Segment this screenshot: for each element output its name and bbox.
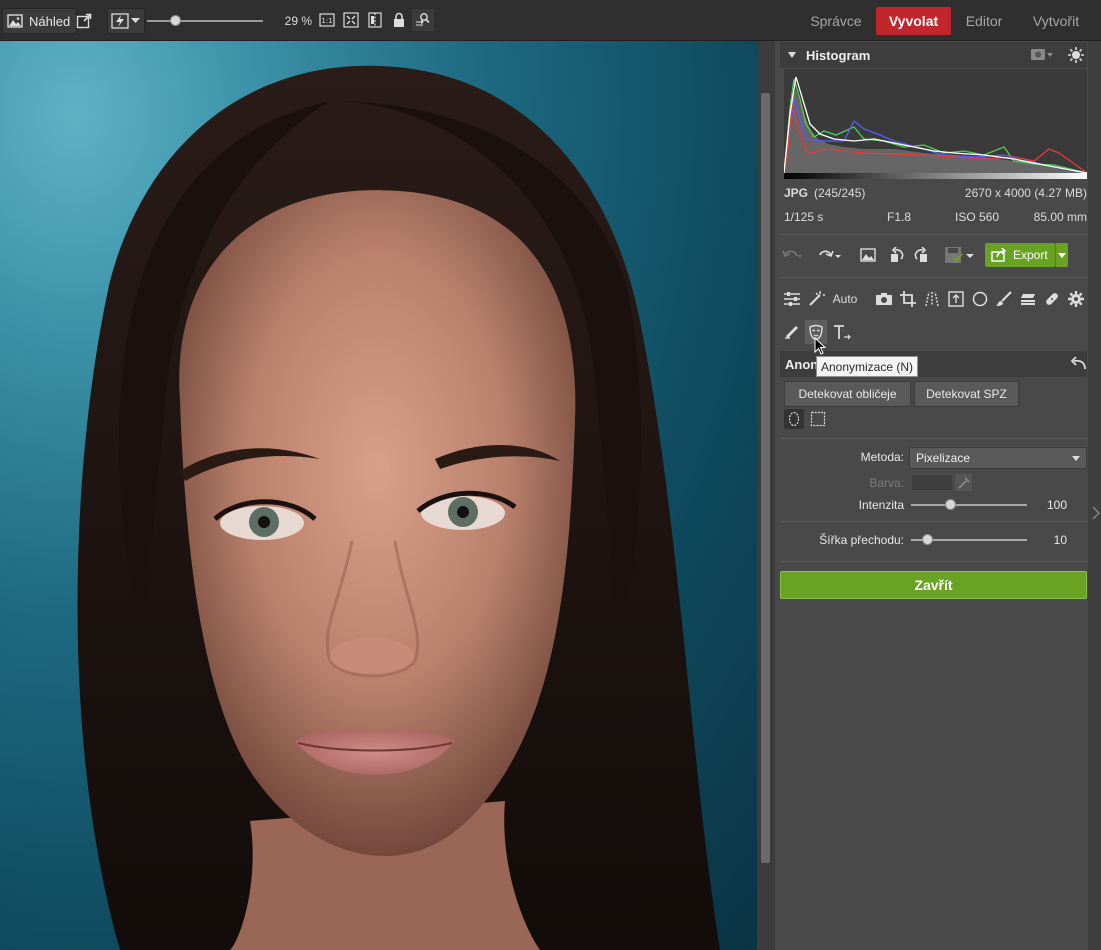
one-to-one-icon[interactable]: 1:1 <box>318 11 336 29</box>
settings-sun-icon[interactable] <box>1068 47 1084 63</box>
save-icon[interactable] <box>943 243 977 267</box>
histogram-graph <box>783 69 1088 179</box>
image-icon <box>7 14 23 28</box>
action-toolbar <box>781 243 981 267</box>
export-label: Export <box>1013 248 1048 262</box>
file-format: JPG <box>784 186 809 200</box>
transition-width-slider-knob[interactable] <box>922 534 933 545</box>
file-dimensions: 2670 x 4000 (4.27 MB) <box>964 186 1087 200</box>
lock-icon[interactable] <box>390 11 408 29</box>
external-window-icon[interactable] <box>76 8 96 34</box>
color-swatch <box>911 474 953 491</box>
fit-screen-icon[interactable] <box>342 11 360 29</box>
photo-scrollbar[interactable] <box>757 41 775 950</box>
chevron-down-icon <box>131 18 140 24</box>
chevron-right-icon <box>1092 506 1100 520</box>
export-dropdown-button[interactable] <box>1055 243 1068 267</box>
picture-icon[interactable] <box>857 243 879 267</box>
circle-filter-icon[interactable] <box>969 287 991 311</box>
gear-icon[interactable] <box>1065 287 1087 311</box>
divider <box>781 234 1088 235</box>
histogram-header[interactable]: Histogram <box>780 42 1087 68</box>
crop-icon[interactable] <box>897 287 919 311</box>
export-icon <box>991 248 1007 262</box>
chevron-down-icon <box>1072 456 1080 461</box>
method-select[interactable]: Pixelizace <box>909 447 1087 469</box>
panel-collapse-strip[interactable] <box>1088 41 1101 950</box>
transition-width-value: 10 <box>1053 533 1067 547</box>
camera-toggle-icon[interactable] <box>1031 48 1053 62</box>
magic-wand-icon[interactable] <box>805 287 827 311</box>
preview-label: Náhled <box>29 13 71 29</box>
brush-icon[interactable] <box>993 287 1015 311</box>
tab-editor[interactable]: Editor <box>957 7 1011 35</box>
divider <box>781 561 1088 562</box>
rotate-right-icon[interactable] <box>909 243 931 267</box>
divider <box>781 277 1088 278</box>
ellipse-shape-icon[interactable] <box>784 409 804 429</box>
detect-plates-button[interactable]: Detekovat SPZ <box>914 381 1019 407</box>
transition-width-label: Šířka přechodu: <box>819 533 904 547</box>
auto-button[interactable]: Auto <box>829 287 861 311</box>
intensity-slider[interactable] <box>911 504 1027 506</box>
gradient-filter-icon[interactable] <box>1017 287 1039 311</box>
compare-icon[interactable] <box>366 11 384 29</box>
exif-row: 1/125 s F1.8 ISO 560 85.00 mm <box>784 210 1087 228</box>
eraser-pen-icon[interactable] <box>781 320 803 344</box>
svg-text:1:1: 1:1 <box>321 17 332 25</box>
export-button[interactable]: Export <box>985 243 1055 267</box>
close-button[interactable]: Zavřít <box>780 571 1087 599</box>
tools-row-1: Auto <box>781 287 1091 311</box>
chevron-down-icon <box>1058 252 1066 258</box>
swap-view-icon[interactable] <box>412 9 434 31</box>
right-panel: Histogram JPG (245/245) 2670 x 4000 (4.2… <box>775 41 1101 950</box>
healing-bandage-icon[interactable] <box>1041 287 1063 311</box>
exif-iso: ISO 560 <box>955 210 1000 224</box>
zoom-slider[interactable] <box>147 8 267 34</box>
method-value: Pixelizace <box>916 451 971 465</box>
file-count: (245/245) <box>814 186 866 200</box>
camera-icon[interactable] <box>873 287 895 311</box>
intensity-slider-knob[interactable] <box>945 499 956 510</box>
exif-focal: 85.00 mm <box>1033 210 1087 224</box>
portrait-photo <box>77 65 720 950</box>
histogram-title: Histogram <box>806 47 871 63</box>
collapse-triangle-icon[interactable] <box>788 52 796 58</box>
tab-create[interactable]: Vytvořit <box>1022 7 1090 35</box>
sliders-icon[interactable] <box>781 287 803 311</box>
perspective-icon[interactable] <box>921 287 943 311</box>
reset-arrow-icon[interactable] <box>1070 356 1086 370</box>
color-label: Barva: <box>869 476 904 490</box>
exif-shutter: 1/125 s <box>784 210 824 224</box>
divider <box>781 521 1088 522</box>
exposure-icon[interactable] <box>945 287 967 311</box>
mouse-cursor-icon <box>814 337 827 355</box>
tab-develop[interactable]: Vyvolat <box>876 7 951 35</box>
photo-canvas[interactable] <box>0 41 757 950</box>
intensity-value: 100 <box>1046 498 1067 512</box>
rectangle-shape-icon[interactable] <box>808 409 828 429</box>
scrollbar-thumb[interactable] <box>761 93 770 863</box>
divider <box>781 438 1088 439</box>
flash-icon <box>111 13 129 29</box>
exif-aperture: F1.8 <box>887 210 912 224</box>
detect-faces-button[interactable]: Detekovat obličeje <box>784 381 911 407</box>
tab-manager[interactable]: Správce <box>805 7 867 35</box>
tooltip: Anonymizace (N) <box>816 356 918 377</box>
undo-icon[interactable] <box>781 243 803 267</box>
zoom-slider-knob[interactable] <box>170 15 181 26</box>
top-toolbar: Náhled 29 % 1:1 Správce Vyvolat Editor V… <box>0 0 1101 41</box>
method-label: Metoda: <box>860 450 904 464</box>
text-tool-icon[interactable] <box>831 320 853 344</box>
intensity-label: Intenzita <box>858 498 904 512</box>
quick-fix-button[interactable] <box>107 8 145 34</box>
redo-icon[interactable] <box>819 243 841 267</box>
file-info-row: JPG (245/245) 2670 x 4000 (4.27 MB) <box>784 186 1087 204</box>
eyedropper-icon <box>955 474 972 491</box>
rotate-left-icon[interactable] <box>887 243 909 267</box>
zoom-percent: 29 % <box>284 14 312 28</box>
preview-button[interactable]: Náhled <box>2 8 78 34</box>
tools-row-2 <box>781 320 901 344</box>
